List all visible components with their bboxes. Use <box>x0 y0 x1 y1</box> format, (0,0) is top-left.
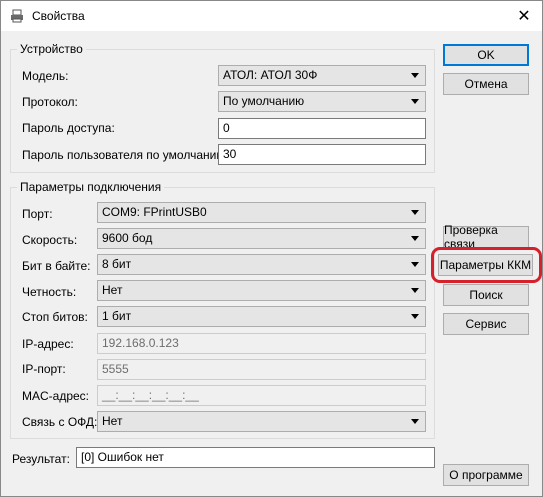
stop-bits-select-value: 1 бит <box>102 309 132 323</box>
stop-bits-label: Стоп битов: <box>22 310 88 324</box>
ofd-select-value: Нет <box>102 414 123 428</box>
check-connection-button[interactable]: Проверка связи <box>443 223 529 251</box>
ok-button[interactable]: OK <box>443 44 529 66</box>
connection-group-title: Параметры подключения <box>17 180 165 194</box>
bits-select[interactable]: 8 бит <box>97 254 426 275</box>
model-select-value: АТОЛ: АТОЛ 30Ф <box>223 68 318 82</box>
access-password-field[interactable]: 0 <box>218 118 426 139</box>
bits-label: Бит в байте: <box>22 259 91 273</box>
mac-address-field[interactable]: __:__:__:__:__:__ <box>97 385 426 406</box>
speed-select-value: 9600 бод <box>102 231 153 245</box>
access-password-value: 0 <box>223 121 230 135</box>
device-group-title: Устройство <box>17 42 86 56</box>
properties-dialog: Свойства ✕ Устройство Модель: АТОЛ: АТОЛ… <box>0 0 543 497</box>
chevron-down-icon <box>411 419 419 424</box>
port-label: Порт: <box>22 207 53 221</box>
parity-select-value: Нет <box>102 283 123 297</box>
ip-port-field[interactable]: 5555 <box>97 359 426 380</box>
parity-label: Четность: <box>22 285 77 299</box>
search-button[interactable]: Поиск <box>443 284 529 306</box>
ip-address-value: 192.168.0.123 <box>102 336 179 350</box>
model-select[interactable]: АТОЛ: АТОЛ 30Ф <box>218 65 426 86</box>
protocol-label: Протокол: <box>22 95 78 109</box>
window-title: Свойства <box>32 9 85 23</box>
chevron-down-icon <box>411 99 419 104</box>
chevron-down-icon <box>411 236 419 241</box>
ip-address-label: IP-адрес: <box>22 337 74 351</box>
ip-port-value: 5555 <box>102 362 129 376</box>
mac-address-label: MAC-адрес: <box>22 389 90 403</box>
protocol-select[interactable]: По умолчанию <box>218 91 426 112</box>
result-value: [0] Ошибок нет <box>81 450 164 464</box>
title-bar: Свойства ✕ <box>1 1 542 31</box>
parity-select[interactable]: Нет <box>97 280 426 301</box>
about-button[interactable]: О программе <box>443 464 529 486</box>
access-password-label: Пароль доступа: <box>22 121 115 135</box>
chevron-down-icon <box>411 314 419 319</box>
user-password-label: Пароль пользователя по умолчанию: <box>22 148 229 162</box>
result-field[interactable]: [0] Ошибок нет <box>76 447 435 468</box>
ip-address-field[interactable]: 192.168.0.123 <box>97 333 426 354</box>
port-select-value: COM9: FPrintUSB0 <box>102 205 207 219</box>
close-icon[interactable]: ✕ <box>506 1 542 31</box>
kkm-params-button[interactable]: Параметры ККМ <box>438 254 533 276</box>
user-password-field[interactable]: 30 <box>218 144 426 165</box>
ofd-select[interactable]: Нет <box>97 411 426 432</box>
mac-address-value: __:__:__:__:__:__ <box>102 388 199 402</box>
bits-select-value: 8 бит <box>102 257 132 271</box>
user-password-value: 30 <box>223 147 237 161</box>
chevron-down-icon <box>411 73 419 78</box>
result-label: Результат: <box>12 452 70 466</box>
speed-label: Скорость: <box>22 233 78 247</box>
chevron-down-icon <box>411 288 419 293</box>
app-printer-icon <box>11 9 23 23</box>
service-button[interactable]: Сервис <box>443 313 529 335</box>
cancel-button[interactable]: Отмена <box>443 73 529 95</box>
model-label: Модель: <box>22 69 69 83</box>
chevron-down-icon <box>411 210 419 215</box>
ip-port-label: IP-порт: <box>22 362 66 376</box>
ofd-label: Связь с ОФД: <box>22 415 98 429</box>
port-select[interactable]: COM9: FPrintUSB0 <box>97 202 426 223</box>
speed-select[interactable]: 9600 бод <box>97 228 426 249</box>
protocol-select-value: По умолчанию <box>223 94 305 108</box>
stop-bits-select[interactable]: 1 бит <box>97 306 426 327</box>
chevron-down-icon <box>411 262 419 267</box>
